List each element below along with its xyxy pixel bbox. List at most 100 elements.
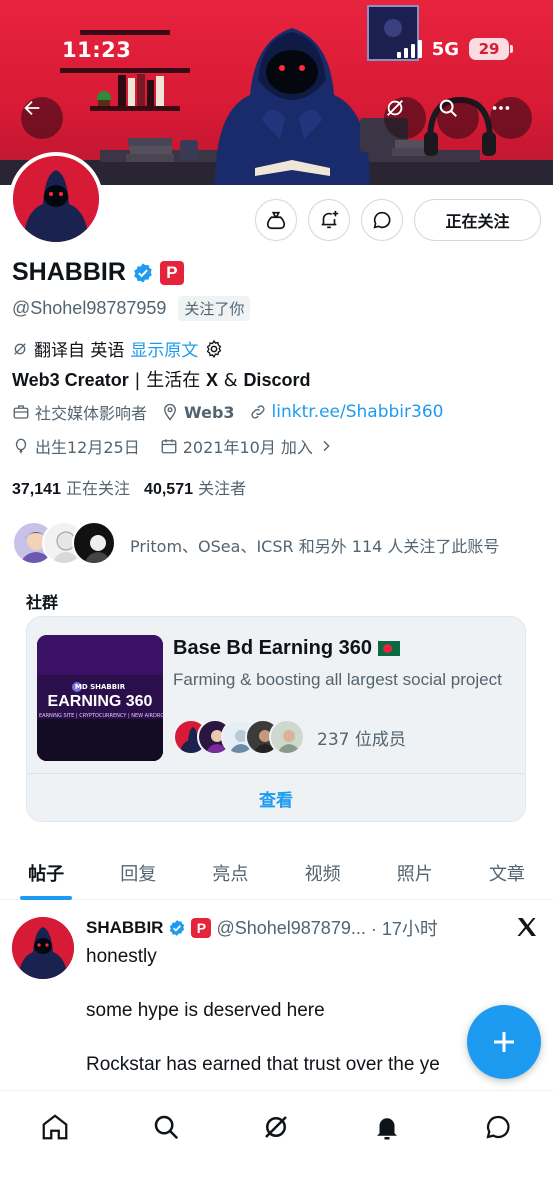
thumb-sub: EARNING SITE | CRYPTOCURRENCY | NEW AIRD… [39, 713, 163, 719]
tab-posts[interactable]: 帖子 [0, 848, 92, 900]
post-header: SHABBIR P @Shohel987879... · 17小时 [86, 915, 438, 941]
category-label: 社交媒体影响者 [35, 404, 148, 423]
search-button[interactable] [437, 97, 479, 139]
calendar-icon [161, 439, 177, 454]
community-section-label: 社群 [26, 593, 59, 612]
location-pin-icon [164, 403, 176, 421]
back-button[interactable] [21, 97, 63, 139]
followers-count: 40,571 [144, 481, 193, 498]
following-stat[interactable]: 37,141 正在关注 [12, 475, 130, 499]
nav-messages[interactable] [478, 1107, 518, 1147]
display-name: SHABBIR [12, 258, 126, 286]
bio-part5: Discord [243, 370, 311, 390]
translated-from: 翻译自 英语 [34, 341, 125, 361]
community-member-count: 237 位成员 [317, 729, 406, 750]
followers-stat[interactable]: 40,571 关注者 [144, 475, 246, 499]
following-count: 37,141 [12, 481, 61, 498]
network-type: 5G [431, 38, 459, 60]
post-text: honestly some hype is deserved here Rock… [86, 943, 440, 1091]
followed-by-avatars [12, 521, 118, 569]
joined-label: 2021年10月 加入 [182, 438, 313, 457]
nav-home[interactable] [35, 1107, 75, 1147]
follow-stats: 37,141 正在关注 40,571 关注者 [12, 475, 246, 499]
community-card[interactable]: MD SHABBIR EARNING 360 EARNING SITE | CR… [26, 616, 526, 822]
profile-handle: @Shohel98787959 [12, 298, 167, 318]
profile-tabs: 帖子 回复 亮点 视频 照片 文章 [0, 848, 553, 900]
birthday-label: 出生12月25日 [35, 438, 140, 457]
link-icon [250, 405, 265, 419]
location-label: Web3 [184, 402, 235, 422]
following-button[interactable]: 正在关注 [414, 199, 541, 241]
community-title-row: Base Bd Earning 360 [173, 637, 400, 660]
birthday-item: 出生12月25日 [12, 434, 140, 458]
chat-bubble-icon [486, 1115, 510, 1139]
location-item: Web3 [161, 403, 235, 422]
translate-row: 翻译自 英语 显示原文 [12, 336, 224, 361]
profile-bio: Web3 Creator | 生活在 X & Discord [12, 366, 310, 392]
bell-plus-icon [321, 210, 339, 229]
show-original-link[interactable]: 显示原文 [130, 336, 198, 361]
verified-badge-icon[interactable] [132, 262, 154, 284]
post-item[interactable]: SHABBIR P @Shohel987879... · 17小时 honest… [0, 901, 553, 1091]
x-logo-icon[interactable] [515, 915, 539, 939]
profile-dates-row: 出生12月25日 2021年10月 加入 [12, 434, 334, 458]
avatar [13, 156, 99, 242]
affiliate-badge: P [191, 918, 212, 938]
gear-icon[interactable] [204, 339, 224, 359]
plus-icon [494, 1032, 514, 1052]
profile-name-row: SHABBIR P [12, 258, 184, 287]
post-line: honestly [86, 946, 157, 967]
more-button[interactable] [490, 97, 532, 139]
tab-videos[interactable]: 视频 [277, 848, 369, 899]
tab-highlights[interactable]: 亮点 [184, 848, 276, 899]
status-indicators: 5G 29 [396, 38, 513, 60]
more-icon [492, 106, 510, 110]
post-time: · 17小时 [370, 919, 438, 939]
category-item: 社交媒体影响者 [12, 400, 147, 424]
nav-notifications[interactable] [367, 1107, 407, 1147]
tab-photos[interactable]: 照片 [369, 848, 461, 899]
tab-articles[interactable]: 文章 [461, 848, 553, 899]
bio-part1: Web3 Creator [12, 370, 129, 390]
chat-bubble-icon [373, 211, 391, 229]
grok-button[interactable] [384, 97, 426, 139]
compose-button[interactable] [467, 1005, 541, 1079]
community-members-row: 237 位成员 [173, 719, 406, 755]
bio-part4: & [217, 370, 244, 391]
nav-grok[interactable] [256, 1107, 296, 1147]
post-author-avatar[interactable] [12, 917, 74, 979]
profile-link[interactable]: linktr.ee/Shabbir360 [272, 402, 444, 422]
profile-banner[interactable]: 11:23 5G 29 [0, 0, 553, 185]
view-community-button[interactable]: 查看 [27, 773, 525, 821]
handle-row: @Shohel98787959 关注了你 [12, 296, 251, 321]
followed-by-text: Pritom、OSea、ICSR 和另外 114 人关注了此账号 [130, 537, 500, 556]
bottom-navigation [0, 1090, 553, 1200]
nav-search[interactable] [146, 1107, 186, 1147]
community-member-avatars [173, 719, 307, 755]
follows-you-badge: 关注了你 [178, 296, 251, 321]
notify-button[interactable] [308, 199, 350, 241]
message-button[interactable] [361, 199, 403, 241]
thumb-brand: MD SHABBIR [74, 683, 126, 691]
post-author-handle: @Shohel987879... [216, 917, 366, 938]
profile-avatar[interactable] [9, 152, 103, 246]
post-line: some hype is deserved here [86, 1000, 325, 1021]
followers-label: 关注者 [198, 479, 247, 498]
community-thumbnail: MD SHABBIR EARNING 360 EARNING SITE | CR… [37, 635, 163, 761]
post-line: Rockstar has earned that trust over the … [86, 1054, 440, 1075]
affiliate-badge[interactable]: P [159, 260, 184, 285]
followed-by-row[interactable]: Pritom、OSea、ICSR 和另外 114 人关注了此账号 [12, 521, 499, 569]
tab-replies[interactable]: 回复 [92, 848, 184, 899]
verified-badge-icon [170, 920, 185, 936]
search-icon [154, 1115, 179, 1140]
home-icon [42, 1114, 68, 1140]
joined-item[interactable]: 2021年10月 加入 [160, 434, 334, 458]
grok-icon [265, 1116, 288, 1138]
battery-icon: 29 [469, 38, 513, 60]
post-author-name[interactable]: SHABBIR [86, 918, 163, 938]
link-item[interactable]: linktr.ee/Shabbir360 [249, 402, 444, 422]
money-bag-icon [266, 211, 286, 230]
tip-button[interactable] [255, 199, 297, 241]
avatar [269, 719, 305, 755]
status-time: 11:23 [62, 38, 132, 62]
